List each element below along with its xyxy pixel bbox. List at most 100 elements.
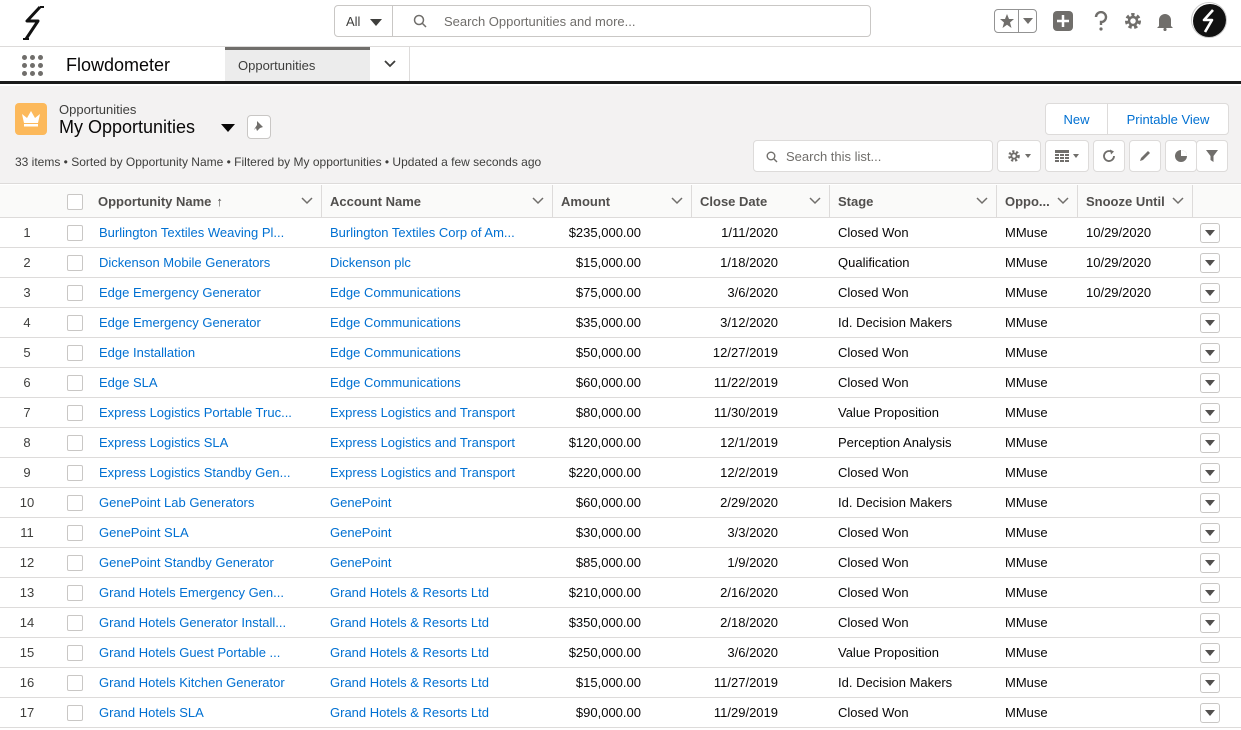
account-name-link[interactable]: Grand Hotels & Resorts Ltd (330, 698, 545, 727)
account-name-link[interactable]: Dickenson plc (330, 248, 545, 277)
table-row[interactable]: 2 Dickenson Mobile Generators Dickenson pl… (0, 248, 1241, 278)
column-header-owner[interactable]: Oppo... (997, 185, 1078, 218)
tab-opportunities[interactable]: Opportunities (225, 47, 370, 81)
table-row[interactable]: 14 Grand Hotels Generator Install... Grand… (0, 608, 1241, 638)
logo-icon[interactable] (18, 4, 52, 42)
row-actions-button[interactable] (1200, 553, 1220, 573)
app-launcher-icon[interactable] (22, 55, 44, 77)
list-settings-button[interactable] (997, 140, 1041, 172)
opportunity-name-link[interactable]: Express Logistics Portable Truc... (99, 398, 314, 427)
opportunity-name-link[interactable]: Grand Hotels SLA (99, 698, 314, 727)
column-header-amount[interactable]: Amount (553, 185, 692, 218)
row-actions-button[interactable] (1200, 463, 1220, 483)
table-row[interactable]: 12 GenePoint Standby Generator GenePoint $8… (0, 548, 1241, 578)
account-name-link[interactable]: Express Logistics and Transport (330, 428, 545, 457)
opportunity-name-link[interactable]: Grand Hotels Guest Portable ... (99, 638, 314, 667)
column-header-account-name[interactable]: Account Name (322, 185, 553, 218)
table-row[interactable]: 9 Express Logistics Standby Gen... Express… (0, 458, 1241, 488)
chevron-down-icon[interactable] (532, 196, 544, 206)
row-actions-button[interactable] (1200, 643, 1220, 663)
row-checkbox[interactable] (67, 525, 83, 541)
table-row[interactable]: 11 GenePoint SLA GenePoint $30,000.00 3/3/20… (0, 518, 1241, 548)
row-checkbox[interactable] (67, 555, 83, 571)
select-all-checkbox[interactable] (67, 194, 83, 210)
favorites-button[interactable] (994, 9, 1037, 33)
row-checkbox[interactable] (67, 615, 83, 631)
opportunity-name-link[interactable]: Edge Installation (99, 338, 314, 367)
favorites-menu-button[interactable] (1019, 10, 1036, 32)
opportunity-name-link[interactable]: Edge Emergency Generator (99, 308, 314, 337)
printable-view-button[interactable]: Printable View (1108, 104, 1228, 134)
list-view-name[interactable]: My Opportunities (59, 117, 195, 138)
account-name-link[interactable]: Express Logistics and Transport (330, 398, 545, 427)
opportunity-name-link[interactable]: Grand Hotels Generator Install... (99, 608, 314, 637)
filter-button[interactable] (1196, 140, 1228, 172)
opportunity-name-link[interactable]: GenePoint SLA (99, 518, 314, 547)
account-name-link[interactable]: Edge Communications (330, 308, 545, 337)
row-actions-button[interactable] (1200, 373, 1220, 393)
row-checkbox[interactable] (67, 435, 83, 451)
row-actions-button[interactable] (1200, 613, 1220, 633)
opportunity-name-link[interactable]: Edge SLA (99, 368, 314, 397)
row-actions-button[interactable] (1200, 703, 1220, 723)
row-checkbox[interactable] (67, 285, 83, 301)
avatar[interactable] (1191, 2, 1227, 38)
table-row[interactable]: 16 Grand Hotels Kitchen Generator Grand Ho… (0, 668, 1241, 698)
opportunity-name-link[interactable]: Grand Hotels Emergency Gen... (99, 578, 314, 607)
chevron-down-icon[interactable] (301, 196, 313, 206)
row-checkbox[interactable] (67, 375, 83, 391)
table-row[interactable]: 6 Edge SLA Edge Communications $60,000.00 11… (0, 368, 1241, 398)
account-name-link[interactable]: GenePoint (330, 548, 545, 577)
account-name-link[interactable]: Express Logistics and Transport (330, 458, 545, 487)
account-name-link[interactable]: Edge Communications (330, 368, 545, 397)
table-row[interactable]: 3 Edge Emergency Generator Edge Communicat… (0, 278, 1241, 308)
row-actions-button[interactable] (1200, 283, 1220, 303)
table-row[interactable]: 5 Edge Installation Edge Communications $50… (0, 338, 1241, 368)
row-actions-button[interactable] (1200, 313, 1220, 333)
row-checkbox[interactable] (67, 645, 83, 661)
table-row[interactable]: 13 Grand Hotels Emergency Gen... Grand Hot… (0, 578, 1241, 608)
row-checkbox[interactable] (67, 255, 83, 271)
account-name-link[interactable]: Grand Hotels & Resorts Ltd (330, 608, 545, 637)
account-name-link[interactable]: Grand Hotels & Resorts Ltd (330, 668, 545, 697)
account-name-link[interactable]: GenePoint (330, 518, 545, 547)
opportunity-name-link[interactable]: GenePoint Lab Generators (99, 488, 314, 517)
account-name-link[interactable]: Edge Communications (330, 338, 545, 367)
row-actions-button[interactable] (1200, 403, 1220, 423)
tab-menu-button[interactable] (370, 47, 410, 81)
add-icon[interactable] (1052, 10, 1074, 32)
row-checkbox[interactable] (67, 705, 83, 721)
column-header-snooze-until[interactable]: Snooze Until (1078, 185, 1193, 218)
gear-icon[interactable] (1122, 10, 1144, 32)
row-actions-button[interactable] (1200, 433, 1220, 453)
row-actions-button[interactable] (1200, 583, 1220, 603)
account-name-link[interactable]: GenePoint (330, 488, 545, 517)
account-name-link[interactable]: Grand Hotels & Resorts Ltd (330, 578, 545, 607)
inline-edit-button[interactable] (1129, 140, 1161, 172)
list-search-input[interactable]: Search this list... (753, 140, 993, 172)
opportunity-name-link[interactable]: Grand Hotels Kitchen Generator (99, 668, 314, 697)
chevron-down-icon[interactable] (976, 196, 988, 206)
row-actions-button[interactable] (1200, 523, 1220, 543)
account-name-link[interactable]: Grand Hotels & Resorts Ltd (330, 638, 545, 667)
column-header-close-date[interactable]: Close Date (692, 185, 830, 218)
opportunity-name-link[interactable]: Express Logistics Standby Gen... (99, 458, 314, 487)
row-actions-button[interactable] (1200, 673, 1220, 693)
table-row[interactable]: 15 Grand Hotels Guest Portable ... Grand H… (0, 638, 1241, 668)
table-row[interactable]: 10 GenePoint Lab Generators GenePoint $60,0… (0, 488, 1241, 518)
list-view-switcher-icon[interactable] (221, 124, 235, 132)
new-button[interactable]: New (1046, 104, 1108, 134)
opportunity-name-link[interactable]: Express Logistics SLA (99, 428, 314, 457)
table-row[interactable]: 7 Express Logistics Portable Truc... Expre… (0, 398, 1241, 428)
help-icon[interactable] (1090, 10, 1112, 32)
row-actions-button[interactable] (1200, 253, 1220, 273)
row-actions-button[interactable] (1200, 493, 1220, 513)
chevron-down-icon[interactable] (671, 196, 683, 206)
row-checkbox[interactable] (67, 465, 83, 481)
account-name-link[interactable]: Edge Communications (330, 278, 545, 307)
bell-icon[interactable] (1154, 10, 1176, 32)
star-icon[interactable] (995, 10, 1019, 32)
table-row[interactable]: 17 Grand Hotels SLA Grand Hotels & Resorts… (0, 698, 1241, 728)
table-row[interactable]: 1 Burlington Textiles Weaving Pl... Burlin… (0, 218, 1241, 248)
opportunity-name-link[interactable]: Dickenson Mobile Generators (99, 248, 314, 277)
